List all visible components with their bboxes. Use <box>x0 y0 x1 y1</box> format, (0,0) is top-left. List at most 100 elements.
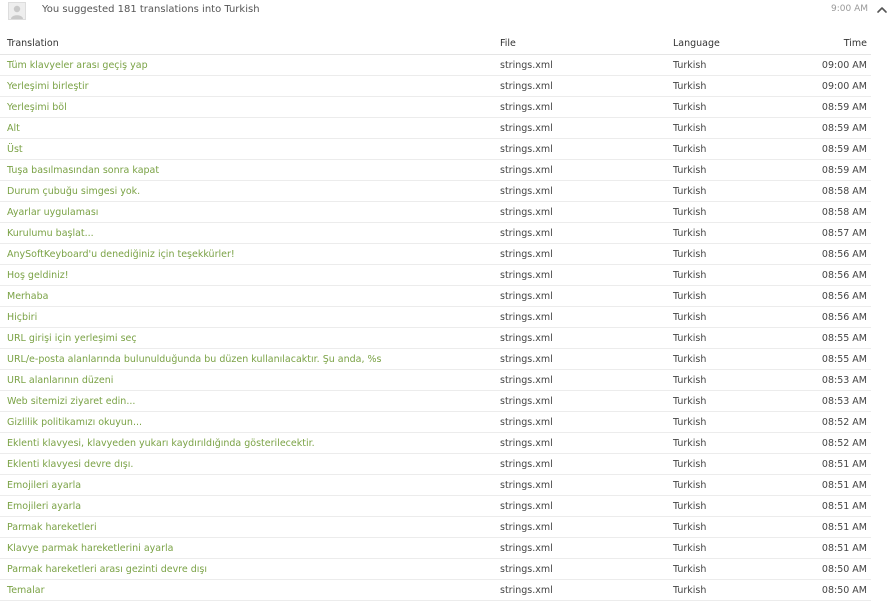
file-cell: strings.xml <box>493 432 666 454</box>
translation-link[interactable]: Eklenti klavyesi devre dışı. <box>7 459 133 470</box>
language-cell: Turkish <box>666 327 766 349</box>
file-cell: strings.xml <box>493 327 666 349</box>
time-cell: 08:53 AM <box>766 390 871 412</box>
translation-link[interactable]: Gizlilik politikamızı okuyun... <box>7 417 142 428</box>
table-row: Klavye parmak hareketlerini ayarla string… <box>0 537 871 559</box>
translation-link[interactable]: Yerleşimi böl <box>7 102 67 113</box>
language-cell: Turkish <box>666 495 766 517</box>
time-cell: 08:56 AM <box>766 243 871 265</box>
time-cell: 09:00 AM <box>766 75 871 97</box>
file-cell: strings.xml <box>493 75 666 97</box>
language-cell: Turkish <box>666 537 766 559</box>
translation-link[interactable]: Emojileri ayarla <box>7 501 81 512</box>
table-row: URL girişi için yerleşimi seç strings.xml… <box>0 327 871 349</box>
chevron-up-icon[interactable] <box>875 2 889 16</box>
language-cell: Turkish <box>666 411 766 433</box>
translation-link[interactable]: Tüm klavyeler arası geçiş yap <box>7 60 148 71</box>
translation-link[interactable]: Tuşa basılmasından sonra kapat <box>7 165 159 176</box>
translation-link[interactable]: Temalar <box>7 585 44 596</box>
translation-cell: AnySoftKeyboard'u denediğiniz için teşek… <box>0 243 493 265</box>
translation-link[interactable]: Durum çubuğu simgesi yok. <box>7 186 140 197</box>
table-row: Emojileri ayarla strings.xml Turkish 08:51 … <box>0 474 871 496</box>
file-cell: strings.xml <box>493 243 666 265</box>
translation-link[interactable]: Emojileri ayarla <box>7 480 81 491</box>
time-cell: 08:59 AM <box>766 159 871 181</box>
translation-link[interactable]: Hiçbiri <box>7 312 37 323</box>
translation-link[interactable]: AnySoftKeyboard'u denediğiniz için teşek… <box>7 249 235 260</box>
file-cell: strings.xml <box>493 579 666 601</box>
language-cell: Turkish <box>666 390 766 412</box>
translation-link[interactable]: Kurulumu başlat... <box>7 228 94 239</box>
table-row: Kurulumu başlat... strings.xml Turkish 08:5… <box>0 222 871 244</box>
translation-link[interactable]: Merhaba <box>7 291 48 302</box>
translation-link[interactable]: Klavye parmak hareketlerini ayarla <box>7 543 173 554</box>
language-cell: Turkish <box>666 117 766 139</box>
file-cell: strings.xml <box>493 495 666 517</box>
file-cell: strings.xml <box>493 285 666 307</box>
time-cell: 08:59 AM <box>766 117 871 139</box>
translation-cell: Ayarlar uygulaması <box>0 201 493 223</box>
translation-link[interactable]: Alt <box>7 123 20 134</box>
file-cell: strings.xml <box>493 390 666 412</box>
table-row: Ayarlar uygulaması strings.xml Turkish 08:5… <box>0 201 871 223</box>
activity-summary: You suggested 181 translations into Turk… <box>42 4 260 15</box>
translation-cell: Alt <box>0 117 493 139</box>
table-row: Durum çubuğu simgesi yok. strings.xml Turk… <box>0 180 871 202</box>
translation-cell: Merhaba <box>0 285 493 307</box>
time-cell: 08:52 AM <box>766 432 871 454</box>
translation-cell: Eklenti klavyesi, klavyeden yukarı kaydı… <box>0 432 493 454</box>
file-cell: strings.xml <box>493 369 666 391</box>
table-row: AnySoftKeyboard'u denediğiniz için teşek… <box>0 243 871 265</box>
translation-link[interactable]: URL/e-posta alanlarında bulunulduğunda b… <box>7 354 381 365</box>
translation-link[interactable]: URL alanlarının düzeni <box>7 375 113 386</box>
table-row: Tuşa basılmasından sonra kapat strings.xm… <box>0 159 871 181</box>
table-row: Merhaba strings.xml Turkish 08:56 AM <box>0 285 871 307</box>
language-cell: Turkish <box>666 264 766 286</box>
translation-link[interactable]: URL girişi için yerleşimi seç <box>7 333 137 344</box>
translation-link[interactable]: Web sitemizi ziyaret edin... <box>7 396 135 407</box>
translation-link[interactable]: Üst <box>7 144 23 155</box>
table-row: Eklenti klavyesi, klavyeden yukarı kaydı… <box>0 432 871 454</box>
language-cell: Turkish <box>666 453 766 475</box>
translation-link[interactable]: Parmak hareketleri <box>7 522 97 533</box>
table-row: Gizlilik politikamızı okuyun... strings.x… <box>0 411 871 433</box>
table-row: Hoş geldiniz! strings.xml Turkish 08:56 AM <box>0 264 871 286</box>
translation-cell: Temalar <box>0 579 493 601</box>
translation-cell: Kurulumu başlat... <box>0 222 493 244</box>
translation-cell: Tuşa basılmasından sonra kapat <box>0 159 493 181</box>
language-cell: Turkish <box>666 285 766 307</box>
translation-link[interactable]: Parmak hareketleri arası gezinti devre d… <box>7 564 207 575</box>
file-cell: strings.xml <box>493 411 666 433</box>
translation-cell: Klavye parmak hareketlerini ayarla <box>0 537 493 559</box>
language-cell: Turkish <box>666 516 766 538</box>
translation-link[interactable]: Eklenti klavyesi, klavyeden yukarı kaydı… <box>7 438 315 449</box>
translations-table: Translation File Language Time Tüm klavy… <box>0 33 871 601</box>
translation-link[interactable]: Hoş geldiniz! <box>7 270 69 281</box>
translation-cell: Hoş geldiniz! <box>0 264 493 286</box>
file-cell: strings.xml <box>493 558 666 580</box>
language-cell: Turkish <box>666 243 766 265</box>
time-cell: 08:51 AM <box>766 495 871 517</box>
translation-cell: Eklenti klavyesi devre dışı. <box>0 453 493 475</box>
time-cell: 08:52 AM <box>766 411 871 433</box>
file-cell: strings.xml <box>493 474 666 496</box>
translation-cell: Üst <box>0 138 493 160</box>
language-cell: Turkish <box>666 159 766 181</box>
table-row: Parmak hareketleri strings.xml Turkish 08:5… <box>0 516 871 538</box>
file-cell: strings.xml <box>493 201 666 223</box>
column-header-file: File <box>493 33 666 55</box>
file-cell: strings.xml <box>493 222 666 244</box>
language-cell: Turkish <box>666 54 766 76</box>
column-header-time: Time <box>766 33 871 55</box>
file-cell: strings.xml <box>493 348 666 370</box>
file-cell: strings.xml <box>493 537 666 559</box>
language-cell: Turkish <box>666 432 766 454</box>
language-cell: Turkish <box>666 474 766 496</box>
translation-link[interactable]: Ayarlar uygulaması <box>7 207 98 218</box>
translation-link[interactable]: Yerleşimi birleştir <box>7 81 89 92</box>
time-cell: 08:58 AM <box>766 201 871 223</box>
translation-cell: Gizlilik politikamızı okuyun... <box>0 411 493 433</box>
column-header-translation: Translation <box>0 33 493 55</box>
language-cell: Turkish <box>666 96 766 118</box>
file-cell: strings.xml <box>493 180 666 202</box>
